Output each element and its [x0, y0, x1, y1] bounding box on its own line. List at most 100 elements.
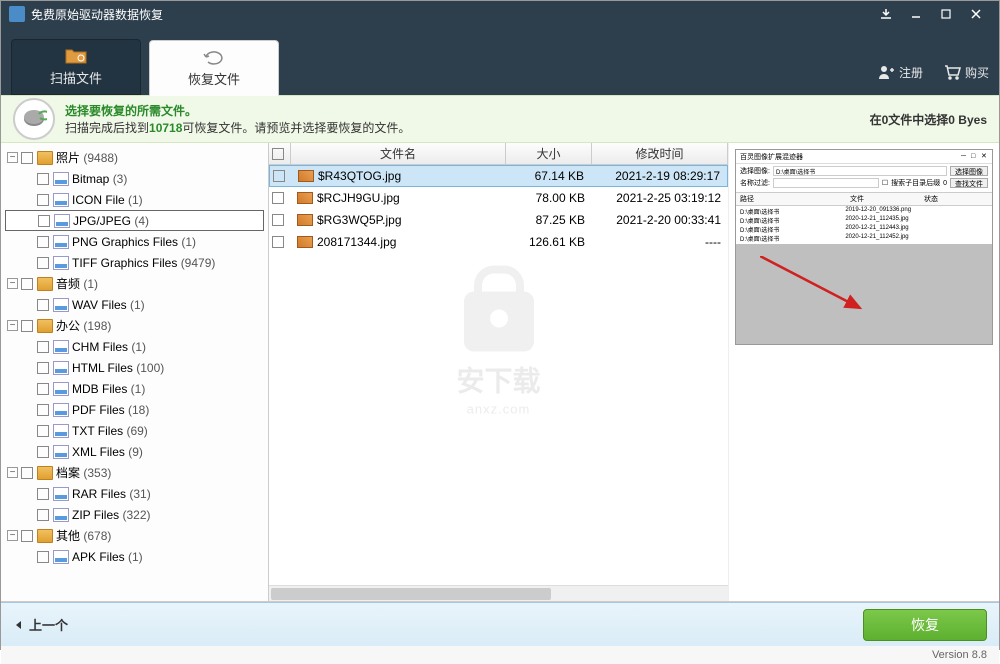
tree-item[interactable]: XML Files (9)	[5, 441, 264, 462]
checkbox[interactable]	[272, 236, 284, 248]
checkbox[interactable]	[37, 446, 49, 458]
checkbox[interactable]	[21, 152, 33, 164]
tree-item[interactable]: WAV Files (1)	[5, 294, 264, 315]
file-type-icon	[53, 172, 69, 186]
thumbnail-icon	[298, 170, 314, 182]
preview-filter-input	[773, 178, 879, 188]
checkbox[interactable]	[21, 278, 33, 290]
item-label: MDB Files (1)	[72, 382, 262, 396]
maximize-icon[interactable]	[931, 6, 961, 22]
checkbox[interactable]	[21, 320, 33, 332]
checkbox[interactable]	[37, 299, 49, 311]
checkbox[interactable]	[38, 215, 50, 227]
checkbox[interactable]	[37, 173, 49, 185]
file-row[interactable]: $RCJH9GU.jpg78.00 KB2021-2-25 03:19:12	[269, 187, 728, 209]
file-list-panel: 文件名 大小 修改时间 安下载 anxz.com $R43QTOG.jpg67.…	[269, 143, 729, 601]
item-label: TIFF Graphics Files (9479)	[72, 256, 262, 270]
tree-item[interactable]: CHM Files (1)	[5, 336, 264, 357]
checkbox[interactable]	[37, 257, 49, 269]
checkbox[interactable]	[37, 425, 49, 437]
header-name[interactable]: 文件名	[291, 143, 506, 164]
checkbox[interactable]	[37, 341, 49, 353]
tree-item[interactable]: MDB Files (1)	[5, 378, 264, 399]
file-size: 67.14 KB	[505, 169, 591, 183]
checkbox[interactable]	[37, 509, 49, 521]
tree-item[interactable]: PNG Graphics Files (1)	[5, 231, 264, 252]
tree-item[interactable]: HTML Files (100)	[5, 357, 264, 378]
checkbox[interactable]	[21, 467, 33, 479]
register-button[interactable]: 注册	[877, 63, 923, 81]
thumbnail-icon	[297, 236, 313, 248]
item-label: PNG Graphics Files (1)	[72, 235, 262, 249]
file-row[interactable]: $R43QTOG.jpg67.14 KB2021-2-19 08:29:17	[269, 165, 728, 187]
footer-bar: 上一个 恢复	[1, 602, 999, 646]
tree-item[interactable]: PDF Files (18)	[5, 399, 264, 420]
checkbox[interactable]	[272, 192, 284, 204]
collapse-icon[interactable]: −	[7, 278, 18, 289]
tree-item[interactable]: TXT Files (69)	[5, 420, 264, 441]
collapse-icon[interactable]: −	[7, 320, 18, 331]
category-label: 照片 (9488)	[56, 149, 262, 166]
checkbox[interactable]	[273, 170, 285, 182]
tree-item[interactable]: ZIP Files (322)	[5, 504, 264, 525]
window-title: 免费原始驱动器数据恢复	[31, 6, 871, 23]
collapse-icon[interactable]: −	[7, 530, 18, 541]
checkbox[interactable]	[37, 488, 49, 500]
back-button[interactable]: 上一个	[13, 615, 68, 634]
horizontal-scrollbar[interactable]	[269, 585, 728, 601]
checkbox[interactable]	[272, 214, 284, 226]
file-list[interactable]: 安下载 anxz.com $R43QTOG.jpg67.14 KB2021-2-…	[269, 165, 728, 585]
restore-button[interactable]: 恢复	[863, 609, 987, 641]
tree-item[interactable]: TIFF Graphics Files (9479)	[5, 252, 264, 273]
tab-recover-files[interactable]: 恢复文件	[149, 40, 279, 96]
category-tree[interactable]: − 照片 (9488) Bitmap (3) ICON File (1) JPG/JPE…	[1, 143, 269, 601]
tree-item[interactable]: RAR Files (31)	[5, 483, 264, 504]
preview-list-row: D:\桌面\选择书2019-12-20_091336.png	[740, 207, 988, 216]
tree-category[interactable]: −档案 (353)	[5, 462, 264, 483]
folder-search-icon	[64, 47, 88, 65]
checkbox[interactable]	[37, 551, 49, 563]
file-type-icon	[53, 193, 69, 207]
tree-item[interactable]: Bitmap (3)	[5, 168, 264, 189]
checkbox[interactable]	[37, 236, 49, 248]
file-row[interactable]: 208171344.jpg126.61 KB----	[269, 231, 728, 253]
header-size[interactable]: 大小	[506, 143, 592, 164]
preview-path-input: D:\桌面\选择书	[773, 166, 947, 176]
top-toolbar: 扫描文件 恢复文件 注册 购买	[1, 27, 999, 95]
user-plus-icon	[877, 63, 895, 81]
watermark: 安下载 anxz.com	[394, 292, 604, 417]
item-label: ICON File (1)	[72, 193, 262, 207]
checkbox[interactable]	[37, 383, 49, 395]
file-type-icon	[53, 361, 69, 375]
file-row[interactable]: $RG3WQ5P.jpg87.25 KB2021-2-20 00:33:41	[269, 209, 728, 231]
buy-button[interactable]: 购买	[943, 63, 989, 81]
checkbox[interactable]	[37, 194, 49, 206]
preview-browse-button: 选择图像	[950, 166, 988, 176]
header-checkbox[interactable]	[269, 143, 291, 164]
file-type-icon	[53, 382, 69, 396]
preview-window-buttons: ─□✕	[961, 153, 988, 160]
download-icon[interactable]	[871, 6, 901, 22]
info-bar: 选择要恢复的所需文件。 扫描完成后找到10718可恢复文件。请预览并选择要恢复的…	[1, 95, 999, 143]
file-name: $RCJH9GU.jpg	[317, 191, 400, 205]
tree-category[interactable]: − 照片 (9488)	[5, 147, 264, 168]
tree-category[interactable]: −其他 (678)	[5, 525, 264, 546]
collapse-icon[interactable]: −	[7, 467, 18, 478]
close-icon[interactable]	[961, 6, 991, 22]
minimize-icon[interactable]	[901, 6, 931, 22]
tree-category[interactable]: −办公 (198)	[5, 315, 264, 336]
tree-item[interactable]: ICON File (1)	[5, 189, 264, 210]
checkbox[interactable]	[37, 404, 49, 416]
file-size: 87.25 KB	[506, 213, 592, 227]
tree-category[interactable]: −音频 (1)	[5, 273, 264, 294]
tree-item[interactable]: JPG/JPEG (4)	[5, 210, 264, 231]
tree-item[interactable]: APK Files (1)	[5, 546, 264, 567]
header-modified[interactable]: 修改时间	[592, 143, 728, 164]
item-label: RAR Files (31)	[72, 487, 262, 501]
checkbox[interactable]	[37, 362, 49, 374]
file-type-icon	[54, 214, 70, 228]
checkbox[interactable]	[21, 530, 33, 542]
collapse-icon[interactable]: −	[7, 152, 18, 163]
tab-scan-files[interactable]: 扫描文件	[11, 39, 141, 95]
item-label: CHM Files (1)	[72, 340, 262, 354]
